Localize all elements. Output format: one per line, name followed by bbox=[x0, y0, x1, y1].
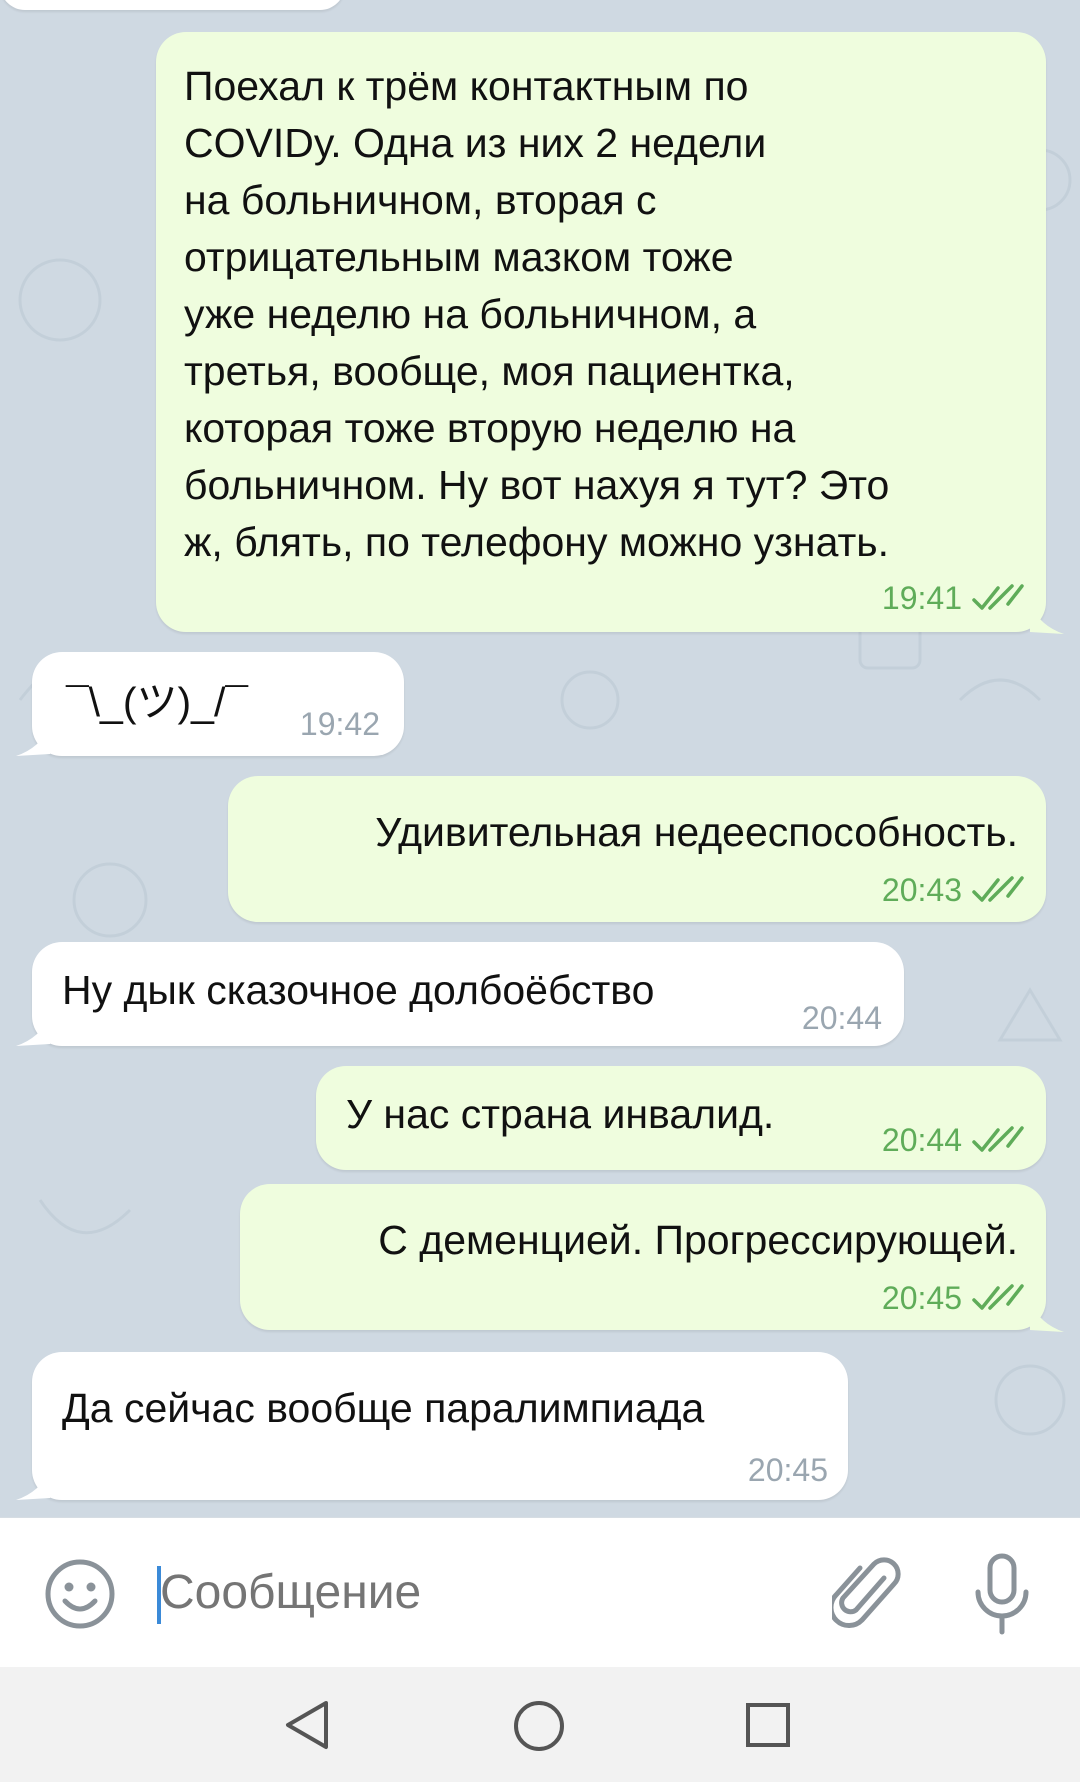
message-time: 19:41 bbox=[881, 580, 962, 616]
double-check-icon bbox=[972, 1284, 1024, 1310]
square-recents-icon[interactable] bbox=[744, 1701, 792, 1749]
message-bubble-incoming[interactable]: Ну дык сказочное долбоёбство 20:44 bbox=[32, 942, 904, 1046]
message-text: С деменцией. Прогрессирующей. bbox=[378, 1217, 1018, 1263]
message-input-bar bbox=[0, 1517, 1080, 1667]
double-check-icon bbox=[972, 876, 1024, 902]
message-meta: 20:45 bbox=[748, 1452, 828, 1488]
circle-home-icon[interactable] bbox=[512, 1699, 566, 1753]
message-meta: 20:43 bbox=[882, 872, 1024, 908]
bubble-tail bbox=[16, 1470, 50, 1500]
smile-icon[interactable] bbox=[44, 1558, 116, 1630]
message-text: Ну дык сказочное долбоёбство bbox=[62, 967, 655, 1013]
bubble-tail bbox=[1030, 604, 1064, 634]
bubble-tail bbox=[16, 1016, 50, 1046]
message-meta: 20:44 bbox=[802, 1000, 882, 1036]
message-bubble-outgoing[interactable]: Удивительная недееспособность. 20:43 bbox=[228, 776, 1046, 922]
message-meta: 19:42 bbox=[300, 706, 380, 742]
microphone-icon[interactable] bbox=[972, 1552, 1032, 1636]
bubble-tail bbox=[1030, 1302, 1064, 1332]
message-text: ¯\_(ツ)_/¯ bbox=[66, 679, 248, 725]
bubble-tail bbox=[16, 726, 50, 756]
message-text: Поехал к трём контактным по COVIDу. Одна… bbox=[184, 63, 890, 565]
previous-message-bubble bbox=[0, 0, 345, 10]
message-time: 20:43 bbox=[881, 872, 962, 908]
message-time: 20:45 bbox=[881, 1280, 962, 1316]
triangle-back-icon[interactable] bbox=[282, 1699, 332, 1751]
message-meta: 19:41 bbox=[882, 580, 1024, 616]
message-bubble-outgoing[interactable]: С деменцией. Прогрессирующей. 20:45 bbox=[240, 1184, 1046, 1330]
system-navigation-bar bbox=[0, 1667, 1080, 1782]
message-bubble-outgoing[interactable]: Поехал к трём контактным по COVIDу. Одна… bbox=[156, 32, 1046, 632]
paperclip-icon[interactable] bbox=[832, 1554, 902, 1634]
message-bubble-incoming[interactable]: ¯\_(ツ)_/¯ 19:42 bbox=[32, 652, 404, 756]
message-bubble-outgoing[interactable]: У нас страна инвалид. 20:44 bbox=[316, 1066, 1046, 1170]
message-meta: 20:44 bbox=[882, 1122, 1024, 1158]
message-time: 20:44 bbox=[881, 1122, 962, 1158]
double-check-icon bbox=[972, 1126, 1024, 1152]
message-meta: 20:45 bbox=[882, 1280, 1024, 1316]
message-input[interactable] bbox=[160, 1562, 800, 1624]
message-text: Да сейчас вообще паралимпиада bbox=[62, 1385, 705, 1431]
message-bubble-incoming[interactable]: Да сейчас вообще паралимпиада 20:45 bbox=[32, 1352, 848, 1500]
message-time: 20:44 bbox=[801, 1000, 882, 1036]
double-check-icon bbox=[972, 584, 1024, 610]
message-text: У нас страна инвалид. bbox=[346, 1091, 775, 1137]
chat-area[interactable]: Поехал к трём контактным по COVIDу. Одна… bbox=[0, 0, 1080, 1517]
message-time: 20:45 bbox=[747, 1452, 828, 1488]
message-text: Удивительная недееспособность. bbox=[375, 809, 1018, 855]
message-time: 19:42 bbox=[299, 706, 380, 742]
